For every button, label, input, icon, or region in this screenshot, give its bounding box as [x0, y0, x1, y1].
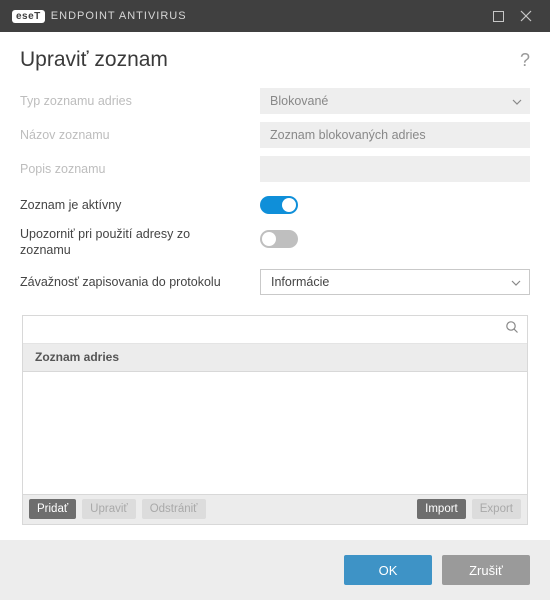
list-toolbar: Pridať Upraviť Odstrániť Import Export [23, 494, 527, 524]
list-name-label: Názov zoznamu [20, 128, 260, 142]
chevron-down-icon [511, 275, 521, 289]
ok-button[interactable]: OK [344, 555, 432, 585]
list-description-input [260, 156, 530, 182]
page-title: Upraviť zoznam [20, 48, 168, 72]
list-name-input [260, 122, 530, 148]
maximize-button[interactable] [484, 2, 512, 30]
app-logo: eseT ENDPOINT ANTIVIRUS [12, 10, 187, 23]
export-button: Export [472, 499, 521, 519]
list-active-label: Zoznam je aktívny [20, 198, 260, 212]
import-button[interactable]: Import [417, 499, 466, 519]
address-type-dropdown: Blokované [260, 88, 530, 114]
dialog-footer: OK Zrušiť [0, 540, 550, 600]
list-search-row [23, 316, 527, 344]
delete-button: Odstrániť [142, 499, 206, 519]
chevron-down-icon [512, 94, 522, 108]
square-icon [493, 11, 504, 22]
address-type-label: Typ zoznamu adries [20, 94, 260, 108]
list-active-toggle[interactable] [260, 196, 298, 214]
cancel-button[interactable]: Zrušiť [442, 555, 530, 585]
address-listbox: Zoznam adries Pridať Upraviť Odstrániť I… [22, 315, 528, 525]
logo-badge: eseT [12, 10, 45, 23]
severity-dropdown[interactable]: Informácie [260, 269, 530, 295]
address-type-value: Blokované [270, 94, 328, 108]
list-body[interactable] [23, 372, 527, 494]
titlebar: eseT ENDPOINT ANTIVIRUS [0, 0, 550, 32]
severity-value: Informácie [271, 275, 329, 289]
notify-label: Upozorniť pri použití adresy zo zoznamu [20, 226, 260, 259]
add-button[interactable]: Pridať [29, 499, 76, 519]
severity-label: Závažnosť zapisovania do protokolu [20, 275, 260, 289]
list-column-header: Zoznam adries [23, 344, 527, 372]
notify-toggle[interactable] [260, 230, 298, 248]
list-search-input[interactable] [31, 316, 505, 343]
help-button[interactable]: ? [520, 50, 530, 71]
logo-text: ENDPOINT ANTIVIRUS [51, 10, 187, 22]
close-icon [520, 10, 532, 22]
close-button[interactable] [512, 2, 540, 30]
edit-button: Upraviť [82, 499, 136, 519]
list-description-label: Popis zoznamu [20, 162, 260, 176]
search-icon [505, 320, 519, 339]
